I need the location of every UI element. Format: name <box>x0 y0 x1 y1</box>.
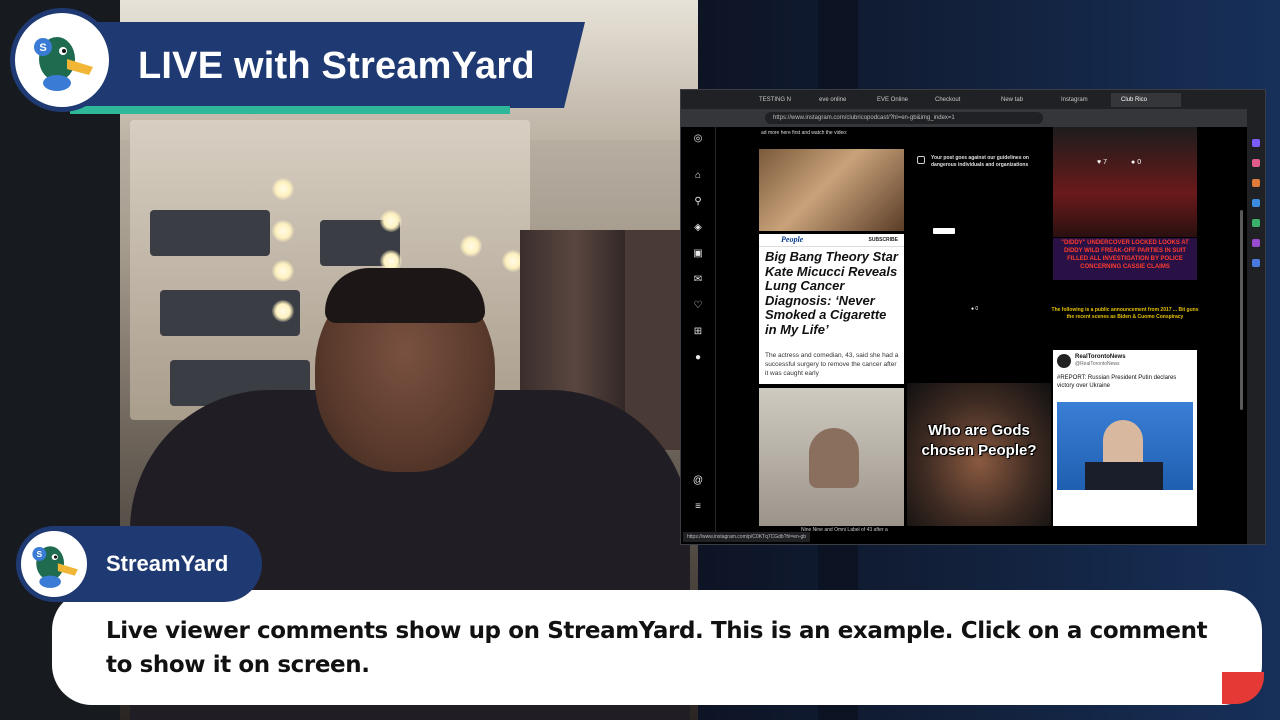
warning-icon <box>917 156 925 164</box>
guidelines-warning-title: Your post goes against our guidelines on… <box>931 155 1029 168</box>
comment-author-avatar: S <box>18 528 90 600</box>
shared-browser-screen: TESTING N eve online EVE Online Checkout… <box>680 89 1266 545</box>
svg-text:S: S <box>37 549 43 559</box>
see-post-button[interactable] <box>933 228 955 234</box>
post-person <box>809 428 859 488</box>
people-article-post[interactable]: People SUBSCRIBE Big Bang Theory Star Ka… <box>759 234 904 384</box>
svg-text:S: S <box>39 42 46 54</box>
tweet-author: RealTorontoNews <box>1075 354 1126 360</box>
browser-side-panel <box>1247 109 1265 544</box>
home-icon[interactable]: ⌂ <box>692 170 704 182</box>
vanity-bulb <box>272 300 294 322</box>
tweet-text: #REPORT: Russian President Putin declare… <box>1057 375 1177 389</box>
browser-tab[interactable]: TESTING N <box>749 93 815 107</box>
tweet-handle: @RealTorontoNews <box>1075 361 1120 367</box>
create-icon[interactable]: ⊞ <box>692 326 704 338</box>
likes-stat: ♥ 7 <box>1097 159 1107 166</box>
post-caption-bottom: Nine Nine and Omni Label of 43 after a <box>801 527 888 533</box>
vanity-bulb <box>380 210 402 232</box>
browser-tab[interactable]: eve online <box>809 93 875 107</box>
instagram-icon[interactable]: ◎ <box>692 133 704 145</box>
browser-tab[interactable]: Checkout <box>925 93 991 107</box>
comment-author-name: StreamYard <box>106 551 229 576</box>
ufc-post[interactable]: ♥ 7 ● 0 <box>1053 127 1197 237</box>
copilot-icon[interactable] <box>1252 139 1260 147</box>
extension-icon[interactable] <box>1252 159 1260 167</box>
profile-icon[interactable]: ● <box>692 352 704 364</box>
presenter-hair <box>325 268 485 323</box>
people-dek: The actress and comedian, 43, said she h… <box>765 352 899 377</box>
search-icon[interactable]: ⚲ <box>692 196 704 208</box>
meme-caption: Who are Gods chosen People? <box>921 422 1037 459</box>
vanity-bulb <box>272 178 294 200</box>
people-headline: Big Bang Theory Star Kate Micucci Reveal… <box>765 249 898 337</box>
messages-icon[interactable]: ✉ <box>692 274 704 286</box>
vanity-bulb <box>272 220 294 242</box>
vanity-bulb <box>272 260 294 282</box>
browser-tab[interactable]: Instagram <box>1051 93 1117 107</box>
likes-count: 7 <box>1103 159 1108 166</box>
tweet-image-suit <box>1085 462 1163 490</box>
browser-status-url: https://www.instagram.com/p/C0KTq7CGdb?h… <box>683 532 811 542</box>
tweet-image <box>1057 402 1193 490</box>
streamyard-duck-logo: S <box>10 8 114 112</box>
tweet-avatar <box>1057 354 1071 368</box>
diddy-caption: "DIDDY" UNDERCOVER LOCKED LOOKS AT DIDDY… <box>1061 240 1189 270</box>
tweet-screenshot-post[interactable]: RealTorontoNews @RealTorontoNews #REPORT… <box>1053 350 1197 526</box>
browser-tab-active[interactable]: Club Rico <box>1111 93 1181 107</box>
menu-icon[interactable]: ≡ <box>692 501 704 513</box>
comments-stat: ● 0 <box>1131 159 1141 166</box>
extension-icon[interactable] <box>1252 179 1260 187</box>
notifications-icon[interactable]: ♡ <box>692 300 704 312</box>
diddy-post[interactable]: "DIDDY" UNDERCOVER LOCKED LOOKS AT DIDDY… <box>1053 238 1197 280</box>
browser-address-bar[interactable]: https://www.instagram.com/clubricopodcas… <box>765 112 1043 124</box>
people-subscribe-link[interactable]: SUBSCRIBE <box>869 237 898 243</box>
reels-icon[interactable]: ▣ <box>692 248 704 260</box>
comment-text: Live viewer comments show up on StreamYa… <box>106 618 1208 678</box>
browser-tab-strip: TESTING N eve online EVE Online Checkout… <box>681 90 1265 109</box>
post-thumbnail-office[interactable] <box>759 388 904 526</box>
feed-intro-text: ad more here first and watch the video: <box>761 130 848 136</box>
comments-count: 0 <box>1137 159 1142 166</box>
page-scrollbar[interactable] <box>1240 210 1243 410</box>
duck-icon: S <box>32 546 78 588</box>
browser-tab[interactable]: New tab <box>991 93 1057 107</box>
people-logo: People <box>781 235 804 244</box>
extension-icon[interactable] <box>1252 219 1260 227</box>
extension-icon[interactable] <box>1252 259 1260 267</box>
shelf-clothes <box>150 210 270 256</box>
comment-count: ● 0 <box>971 306 978 313</box>
banner-accent-bar <box>70 106 510 114</box>
duck-icon: S <box>34 37 93 91</box>
extension-icon[interactable] <box>1252 199 1260 207</box>
meme-comment-count: 0 <box>975 306 979 312</box>
explore-icon[interactable]: ◈ <box>692 222 704 234</box>
yellow-caption: The following is a public announcement f… <box>1051 307 1199 320</box>
post-thumbnail-courtroom[interactable] <box>759 149 904 231</box>
banner-title: LIVE with StreamYard <box>138 45 535 87</box>
threads-icon[interactable]: @ <box>692 475 704 487</box>
meme-video-post[interactable]: Who are Gods chosen People? <box>907 383 1051 526</box>
instagram-nav-rail: ◎ ⌂ ⚲ ◈ ▣ ✉ ♡ ⊞ ● @ ≡ <box>681 127 716 537</box>
extension-icon[interactable] <box>1252 239 1260 247</box>
browser-tab[interactable]: EVE Online <box>867 93 933 107</box>
vanity-bulb <box>460 235 482 257</box>
